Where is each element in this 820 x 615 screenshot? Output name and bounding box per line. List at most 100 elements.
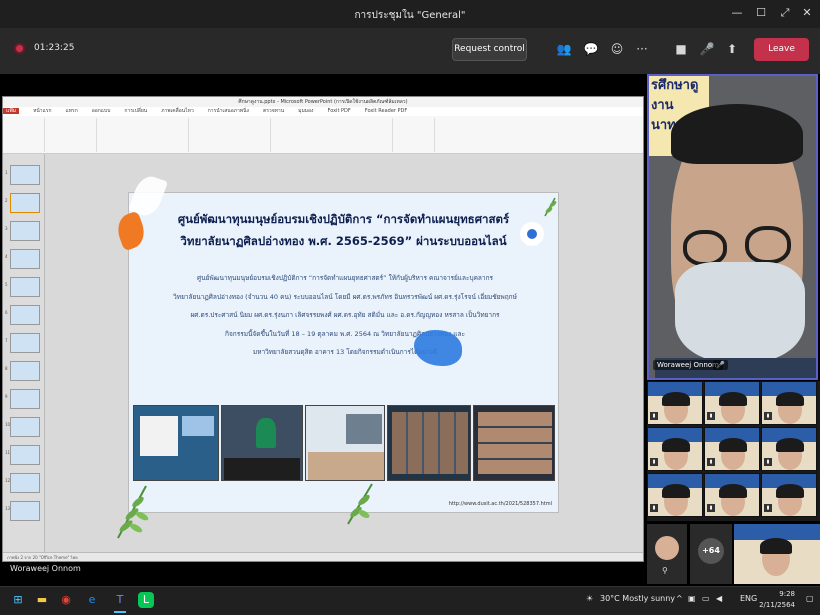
ribbon-group-slides[interactable] bbox=[47, 118, 97, 152]
tile-hair bbox=[776, 392, 804, 406]
slide-thumbnail[interactable]: 3 bbox=[5, 221, 40, 241]
mic-muted-icon: ▮ bbox=[707, 504, 715, 512]
more-icon[interactable]: ··· bbox=[634, 41, 650, 57]
tray-chevron-icon[interactable]: ^ bbox=[676, 594, 683, 603]
participant-tile[interactable]: ▮ bbox=[704, 381, 760, 425]
slide-thumbnail[interactable]: 11 bbox=[5, 445, 40, 465]
ppt-tab-file[interactable]: แฟ้ม bbox=[3, 108, 20, 114]
tile-hair bbox=[662, 438, 690, 452]
participant-hair bbox=[760, 538, 792, 554]
popout-icon[interactable]: ⤢ bbox=[778, 6, 792, 20]
network-icon[interactable]: ▣ bbox=[688, 594, 696, 603]
slide-thumbnail-number: 2 bbox=[5, 198, 8, 203]
share-icon[interactable]: ⬆ bbox=[724, 41, 740, 57]
windows-start-icon[interactable]: ⊞ bbox=[10, 592, 26, 608]
taskbar-clock[interactable]: 9:28 2/11/2564 bbox=[755, 589, 795, 611]
teams-icon[interactable]: T bbox=[112, 592, 128, 608]
chat-icon[interactable]: 💬 bbox=[583, 41, 599, 57]
close-icon[interactable]: ✕ bbox=[800, 6, 814, 20]
ribbon-group-paragraph[interactable] bbox=[191, 118, 271, 152]
ribbon-group-clipboard[interactable] bbox=[5, 118, 45, 152]
slide-thumbnail[interactable]: 1 bbox=[5, 165, 40, 185]
self-video-tile[interactable]: ⚲ bbox=[647, 524, 687, 584]
reactions-icon[interactable]: ☺ bbox=[609, 41, 625, 57]
tile-hair bbox=[719, 392, 747, 406]
participant-tile[interactable]: ▮ bbox=[647, 381, 703, 425]
edge-icon[interactable]: e bbox=[84, 592, 100, 608]
participant-tile[interactable]: ▮ bbox=[704, 427, 760, 471]
ppt-tab[interactable]: Foxit PDF bbox=[328, 108, 351, 114]
battery-icon[interactable]: ▭ bbox=[702, 594, 710, 603]
presenter-hair bbox=[671, 104, 803, 164]
ribbon-group-font[interactable] bbox=[99, 118, 189, 152]
line-app-icon[interactable]: L bbox=[138, 592, 154, 608]
mic-muted-icon: ▮ bbox=[650, 458, 658, 466]
slide-thumbnail[interactable]: 7 bbox=[5, 333, 40, 353]
slide-thumbnail[interactable]: 5 bbox=[5, 277, 40, 297]
ppt-tab[interactable]: ภาพเคลื่อนไหว bbox=[161, 108, 194, 114]
slide-thumbnail[interactable]: 12 bbox=[5, 473, 40, 493]
minimize-icon[interactable]: — bbox=[730, 6, 744, 20]
tile-hair bbox=[662, 484, 690, 498]
slide-thumbnail[interactable]: 4 bbox=[5, 249, 40, 269]
slide-thumbnail[interactable]: 13 bbox=[5, 501, 40, 521]
weather-icon[interactable]: ☀ bbox=[586, 594, 593, 603]
participant-tile[interactable]: ▮ bbox=[761, 473, 817, 517]
participant-tile[interactable] bbox=[734, 524, 820, 584]
ppt-tab[interactable]: มุมมอง bbox=[298, 108, 313, 114]
weather-status[interactable]: 30°C Mostly sunny bbox=[600, 594, 675, 603]
ribbon-group-drawing[interactable] bbox=[273, 118, 393, 152]
clock-time: 9:28 bbox=[779, 590, 795, 598]
chrome-icon[interactable]: ◉ bbox=[58, 592, 74, 608]
tile-hair bbox=[776, 438, 804, 452]
ppt-statusbar: ภาพนิ่ง 2 จาก 20 "Office Theme" ไทย bbox=[3, 552, 643, 561]
presenter-video[interactable]: รศึกษาดูงานนาทุนมน Woraweej Onnom 🎤 bbox=[647, 74, 818, 380]
participant-tile[interactable]: ▮ bbox=[647, 473, 703, 517]
leave-button[interactable]: Leave bbox=[754, 38, 809, 61]
ppt-tab[interactable]: ออกแบบ bbox=[92, 108, 111, 114]
slide-thumbnail-number: 4 bbox=[5, 254, 8, 259]
slide-photo-5 bbox=[473, 405, 555, 481]
slide-thumbnail[interactable]: 9 bbox=[5, 389, 40, 409]
slide-thumbnail[interactable]: 10 bbox=[5, 417, 40, 437]
ppt-tab[interactable]: ตรวจทาน bbox=[263, 108, 284, 114]
participant-tile[interactable]: ▮ bbox=[647, 427, 703, 471]
tile-hair bbox=[719, 484, 747, 498]
pin-icon: ⚲ bbox=[662, 566, 668, 575]
participant-tile[interactable]: ▮ bbox=[704, 473, 760, 517]
slide-thumbnail[interactable]: 2 bbox=[5, 193, 40, 213]
mic-muted-icon[interactable]: 🎤 bbox=[699, 41, 715, 57]
slide-thumbnail[interactable]: 8 bbox=[5, 361, 40, 381]
more-participants-tile[interactable]: +64 bbox=[690, 524, 732, 584]
slide-body-line: มหาวิทยาลัยสวนดุสิต อาคาร 13 โดยกิจกรรมด… bbox=[252, 348, 438, 356]
camera-icon[interactable]: ■ bbox=[673, 41, 689, 57]
participant-tile[interactable]: ▮ bbox=[761, 381, 817, 425]
ppt-tab[interactable]: การเปลี่ยน bbox=[124, 108, 147, 114]
slide-body-line: ผศ.ดร.ประศาสน์ นิยม ผศ.ดร.รุ่งนภา เลิศจร… bbox=[190, 311, 500, 319]
fern-decoration-middle bbox=[347, 483, 373, 525]
slide-body: ศูนย์พัฒนาทุนมนุษย์อบรมเชิงปฏิบัติการ “ก… bbox=[147, 269, 543, 362]
ppt-tab[interactable]: Foxit Reader PDF bbox=[365, 108, 408, 114]
glasses-right bbox=[745, 226, 791, 264]
ppt-tab[interactable]: การนำเสนอภาพนิ่ง bbox=[208, 108, 249, 114]
participant-tile[interactable]: ▮ bbox=[761, 427, 817, 471]
ppt-tab[interactable]: หน้าแรก bbox=[33, 108, 51, 114]
slide-thumbnail-number: 3 bbox=[5, 226, 8, 231]
recording-icon bbox=[14, 43, 25, 54]
active-app-indicator bbox=[114, 611, 126, 613]
mic-muted-icon: ▮ bbox=[764, 412, 772, 420]
ribbon-group-editing[interactable] bbox=[395, 118, 435, 152]
slide-thumbnail-number: 6 bbox=[5, 310, 8, 315]
ppt-titlebar: ศึกษาดูงาน.pptx - Microsoft PowerPoint (… bbox=[3, 97, 643, 107]
slide-thumbnail-number: 11 bbox=[5, 450, 11, 455]
restore-icon[interactable]: ☐ bbox=[754, 6, 768, 20]
fern-decoration-left bbox=[117, 485, 149, 539]
slide-body-line: วิทยาลัยนาฏศิลปอ่างทอง (จำนวน 40 คน) ระบ… bbox=[173, 292, 517, 301]
request-control-button[interactable]: Request control bbox=[452, 38, 527, 61]
people-icon[interactable]: 👥 bbox=[556, 41, 572, 57]
ppt-tab[interactable]: แทรก bbox=[66, 108, 78, 114]
notification-icon[interactable]: ▢ bbox=[806, 594, 814, 603]
slide-thumbnail[interactable]: 6 bbox=[5, 305, 40, 325]
volume-icon[interactable]: ◀ bbox=[716, 594, 722, 603]
file-explorer-icon[interactable]: ▬ bbox=[34, 592, 50, 608]
